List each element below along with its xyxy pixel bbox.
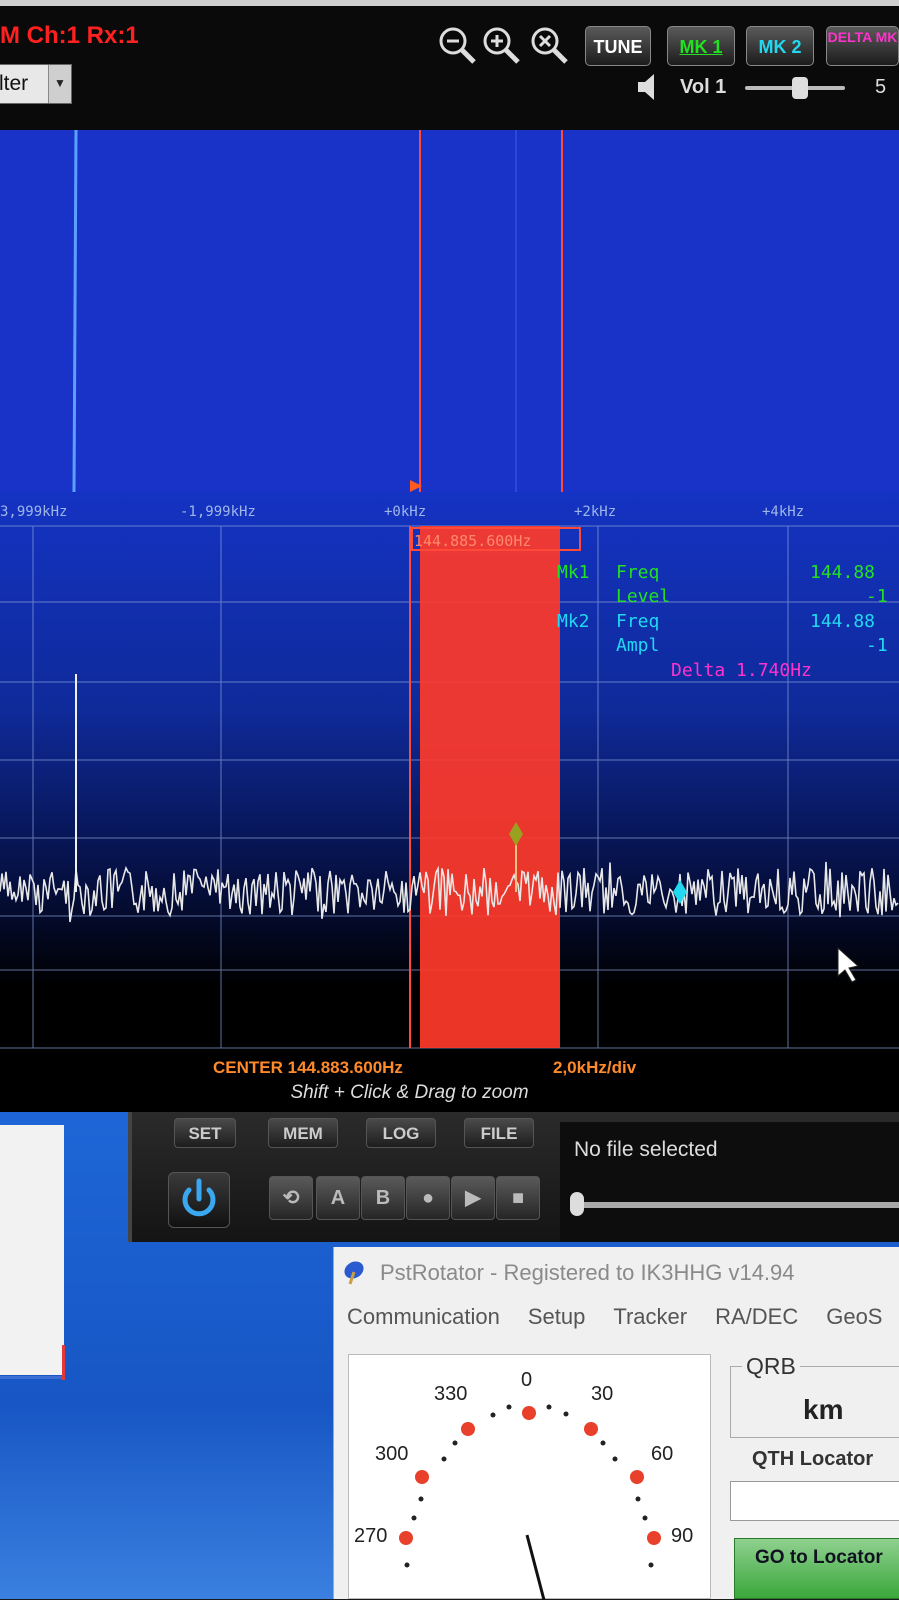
compass-label-0: 0: [521, 1369, 533, 1391]
loop-icon[interactable]: ⟲: [269, 1176, 313, 1220]
radio-control-bar: SET MEM LOG FILE ⟲ A B ● ▶ ■ No file sel…: [128, 1112, 899, 1242]
menu-geo[interactable]: GeoS: [826, 1304, 882, 1329]
delta-mk-button[interactable]: DELTA MK: [826, 26, 899, 66]
playback-slider[interactable]: [578, 1202, 899, 1208]
freq-label-pos4: +4kHz: [762, 504, 805, 520]
freq-label-0: +0kHz: [384, 504, 427, 520]
mk1-button-label: MK 1: [679, 37, 723, 57]
menu-radec[interactable]: RA/DEC: [715, 1304, 798, 1329]
menu-tracker[interactable]: Tracker: [613, 1304, 687, 1329]
center-frequency-label: CENTER 144.883.600Hz: [213, 1058, 403, 1077]
menu-bar: Communication Setup Tracker RA/DEC GeoS: [347, 1304, 899, 1330]
b-button[interactable]: B: [361, 1176, 405, 1220]
pstrotator-app-icon: [344, 1261, 364, 1285]
azimuth-needle: [525, 1534, 546, 1600]
qth-locator-label: QTH Locator: [752, 1448, 874, 1470]
qrb-unit: km: [803, 1394, 844, 1425]
mk1-freq-value: 144.88: [810, 562, 876, 583]
record-icon[interactable]: ●: [406, 1176, 450, 1220]
filter-dropdown[interactable]: lter ▼: [0, 64, 72, 104]
zoom-reset-icon[interactable]: [528, 24, 570, 66]
set-button-label: SET: [188, 1124, 222, 1143]
delta-mk-button-label: DELTA MK: [827, 29, 898, 45]
mk2-ampl-label: Ampl: [616, 635, 660, 656]
compass-label-30: 30: [591, 1383, 614, 1405]
waterfall-signal-trace: [72, 130, 78, 492]
scale-per-div-label: 2,0kHz/div: [553, 1058, 637, 1077]
zoom-hint-text: Shift + Click & Drag to zoom: [290, 1082, 529, 1103]
playback-slider-thumb[interactable]: [570, 1192, 584, 1216]
mem-button[interactable]: MEM: [268, 1118, 338, 1148]
a-button[interactable]: A: [316, 1176, 360, 1220]
play-icon[interactable]: ▶: [451, 1176, 495, 1220]
window-title: PstRotator - Registered to IK3HHG v14.94: [380, 1260, 795, 1285]
mk1-button[interactable]: MK 1: [667, 26, 735, 66]
qrb-label: QRB: [742, 1353, 800, 1380]
waterfall-display[interactable]: [0, 130, 899, 492]
go-to-locator-button[interactable]: GO to Locator: [734, 1538, 899, 1599]
log-button[interactable]: LOG: [366, 1118, 436, 1148]
mk1-level-value: -1: [866, 586, 888, 607]
compass-label-270: 270: [354, 1525, 388, 1547]
mk1-level-label: Level: [616, 586, 671, 607]
compass-label-330: 330: [434, 1383, 468, 1405]
zoom-hint: Shift + Click & Drag to zoom: [0, 1082, 899, 1104]
power-button[interactable]: [168, 1172, 230, 1228]
speaker-icon[interactable]: [636, 72, 660, 102]
waterfall-traces: [0, 130, 899, 492]
zoom-in-icon[interactable]: [480, 24, 522, 66]
volume-value: 5: [875, 76, 887, 98]
a-button-label: A: [330, 1187, 346, 1209]
volume-label: Vol 1: [680, 76, 727, 98]
menu-setup[interactable]: Setup: [528, 1304, 586, 1329]
mk1-freq-label: Freq: [616, 562, 660, 583]
compass-label-300: 300: [375, 1443, 409, 1465]
file-button[interactable]: FILE: [464, 1118, 534, 1148]
tune-button-label: TUNE: [593, 37, 643, 57]
selection-freq-label: 144.885.600Hz: [414, 532, 532, 550]
mem-button-label: MEM: [283, 1124, 323, 1143]
spectrum-display[interactable]: 3,999kHz -1,999kHz +0kHz +2kHz +4kHz 144…: [0, 492, 899, 1112]
volume-slider-thumb[interactable]: [792, 77, 808, 99]
mk1-label: Mk1: [557, 562, 590, 583]
background-window-border: [0, 1376, 64, 1379]
b-button-label: B: [375, 1187, 391, 1209]
rx-filter-passband[interactable]: [420, 526, 560, 1048]
freq-label-neg4: 3,999kHz: [0, 504, 68, 520]
file-status: No file selected: [574, 1138, 718, 1161]
mk2-button[interactable]: MK 2: [746, 26, 814, 66]
chevron-down-icon[interactable]: ▼: [48, 65, 71, 103]
zoom-out-icon[interactable]: [436, 24, 478, 66]
power-icon: [182, 1178, 216, 1217]
filter-value: lter: [0, 72, 29, 95]
stop-icon[interactable]: ■: [496, 1176, 540, 1220]
file-button-label: FILE: [480, 1124, 518, 1143]
mk2-button-label: MK 2: [758, 37, 802, 57]
background-window-accent: [62, 1345, 65, 1380]
freq-label-neg2: -1,999kHz: [180, 504, 256, 520]
tune-button[interactable]: TUNE: [585, 26, 651, 66]
log-button-label: LOG: [382, 1124, 420, 1143]
compass-label-90: 90: [671, 1525, 694, 1547]
mode-channel-label: M Ch:1 Rx:1: [0, 22, 139, 49]
background-window: [0, 1125, 64, 1375]
mk2-ampl-value: -1: [866, 635, 888, 656]
compass-label-60: 60: [651, 1443, 674, 1465]
freq-label-pos2: +2kHz: [574, 504, 617, 520]
mk2-freq-value: 144.88: [810, 611, 876, 632]
menu-communication[interactable]: Communication: [347, 1304, 500, 1329]
compass-major-ticks: [399, 1406, 661, 1545]
mouse-cursor-icon: [837, 946, 860, 983]
set-button[interactable]: SET: [174, 1118, 236, 1148]
mk2-freq-label: Freq: [616, 611, 660, 632]
delta-label: Delta 1.740Hz: [671, 660, 812, 681]
qth-locator-input[interactable]: [730, 1481, 899, 1521]
go-to-locator-label: GO to Locator: [755, 1547, 883, 1568]
mk2-label: Mk2: [557, 611, 590, 632]
spectrum-plot: [0, 525, 899, 1049]
azimuth-compass[interactable]: 0 30 60 90 270 300 330: [348, 1354, 711, 1600]
